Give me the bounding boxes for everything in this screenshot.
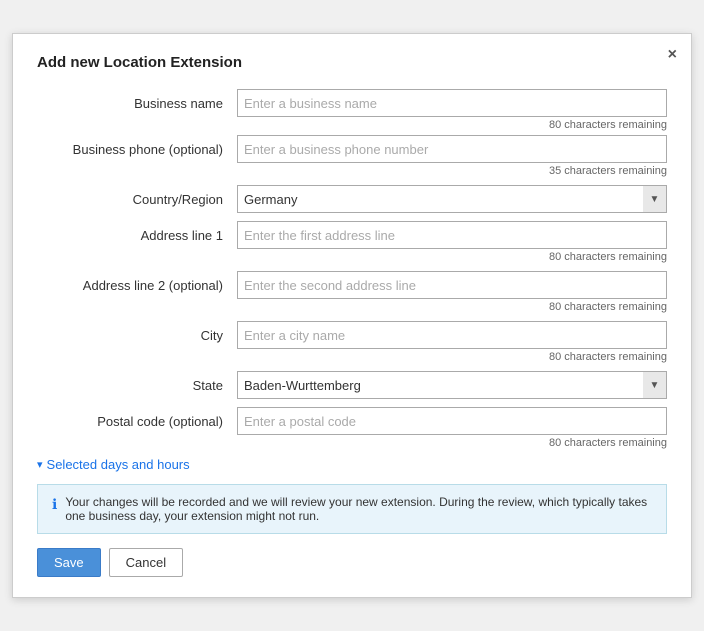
city-row: City 80 characters remaining <box>37 321 667 363</box>
cancel-button[interactable]: Cancel <box>109 548 183 577</box>
address-line1-row: Address line 1 80 characters remaining <box>37 221 667 263</box>
address-line1-input[interactable] <box>237 221 667 249</box>
business-name-label: Business name <box>37 89 237 111</box>
postal-code-row: Postal code (optional) 80 characters rem… <box>37 407 667 449</box>
postal-code-field: 80 characters remaining <box>237 407 667 449</box>
state-row: State Baden-Wurttemberg Bavaria Berlin B… <box>37 371 667 399</box>
business-phone-char-count: 35 characters remaining <box>237 165 667 177</box>
info-box: ℹ Your changes will be recorded and we w… <box>37 484 667 534</box>
business-phone-row: Business phone (optional) 35 characters … <box>37 135 667 177</box>
state-select-wrapper: Baden-Wurttemberg Bavaria Berlin Branden… <box>237 371 667 399</box>
state-field: Baden-Wurttemberg Bavaria Berlin Branden… <box>237 371 667 399</box>
business-phone-label: Business phone (optional) <box>37 135 237 157</box>
selected-hours-section: ▾ Selected days and hours <box>37 457 667 472</box>
address-line2-char-count: 80 characters remaining <box>237 301 667 313</box>
address-line2-label: Address line 2 (optional) <box>37 271 237 293</box>
country-select-wrapper: Germany United States France Spain Italy… <box>237 185 667 213</box>
business-name-char-count: 80 characters remaining <box>237 119 667 131</box>
selected-hours-link[interactable]: ▾ Selected days and hours <box>37 457 667 472</box>
save-button[interactable]: Save <box>37 548 101 577</box>
postal-code-label: Postal code (optional) <box>37 407 237 429</box>
state-select[interactable]: Baden-Wurttemberg Bavaria Berlin Branden… <box>237 371 667 399</box>
address-line2-row: Address line 2 (optional) 80 characters … <box>37 271 667 313</box>
country-select[interactable]: Germany United States France Spain Italy <box>237 185 667 213</box>
close-button[interactable]: × <box>668 46 677 64</box>
postal-code-char-count: 80 characters remaining <box>237 437 667 449</box>
business-name-field: 80 characters remaining <box>237 89 667 131</box>
dialog-title: Add new Location Extension <box>37 54 667 71</box>
address-line2-input[interactable] <box>237 271 667 299</box>
address-line1-char-count: 80 characters remaining <box>237 251 667 263</box>
city-input[interactable] <box>237 321 667 349</box>
postal-code-input[interactable] <box>237 407 667 435</box>
button-row: Save Cancel <box>37 548 667 577</box>
city-label: City <box>37 321 237 343</box>
country-region-field: Germany United States France Spain Italy… <box>237 185 667 213</box>
state-label: State <box>37 371 237 393</box>
address-line1-field: 80 characters remaining <box>237 221 667 263</box>
city-char-count: 80 characters remaining <box>237 351 667 363</box>
info-box-text: Your changes will be recorded and we wil… <box>65 495 652 523</box>
country-region-label: Country/Region <box>37 185 237 207</box>
info-icon: ℹ <box>52 496 57 513</box>
business-name-input[interactable] <box>237 89 667 117</box>
address-line2-field: 80 characters remaining <box>237 271 667 313</box>
country-region-row: Country/Region Germany United States Fra… <box>37 185 667 213</box>
business-name-row: Business name 80 characters remaining <box>37 89 667 131</box>
address-line1-label: Address line 1 <box>37 221 237 243</box>
city-field: 80 characters remaining <box>237 321 667 363</box>
chevron-down-icon: ▾ <box>37 458 43 471</box>
selected-hours-label: Selected days and hours <box>47 457 190 472</box>
business-phone-field: 35 characters remaining <box>237 135 667 177</box>
add-location-dialog: × Add new Location Extension Business na… <box>12 33 692 598</box>
business-phone-input[interactable] <box>237 135 667 163</box>
